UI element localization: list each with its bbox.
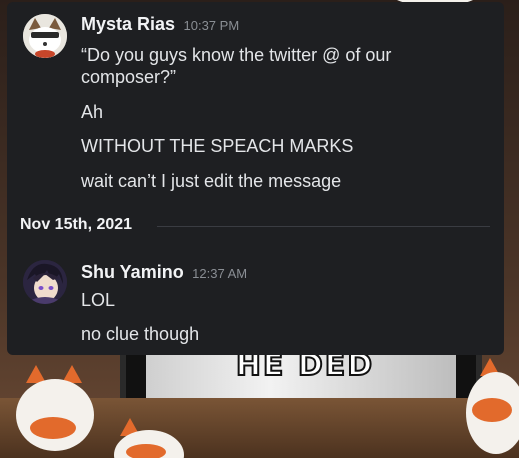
message-text: “Do you guys know the twitter @ of our c…	[81, 45, 392, 87]
username[interactable]: Mysta Rias	[81, 14, 175, 34]
fox-avatar-icon[interactable]	[23, 14, 67, 58]
message-text: LOL	[81, 290, 116, 310]
fox-avatar-graphic	[23, 14, 67, 58]
chat-panel: Mysta Rias 10:37 PM “Do you guys know th…	[7, 2, 504, 355]
message-text: WITHOUT THE SPEACH MARKS	[81, 136, 354, 156]
date-divider-label: Nov 15th, 2021	[20, 216, 133, 233]
message-header: Mysta Rias 10:37 PM	[81, 14, 239, 35]
timestamp[interactable]: 12:37 AM	[192, 266, 247, 281]
message-text: Ah	[81, 102, 104, 122]
shu-avatar-icon[interactable]	[23, 260, 67, 304]
fox-mascot-middle	[110, 418, 190, 458]
message-text: wait can’t I just edit the message	[81, 171, 342, 191]
fox-mascot-left	[10, 365, 100, 455]
date-divider-rule	[157, 226, 490, 227]
date-divider: Nov 15th, 2021	[7, 212, 504, 240]
timestamp[interactable]: 10:37 PM	[184, 18, 240, 33]
fox-mascot-right	[462, 358, 519, 458]
message-header: Shu Yamino 12:37 AM	[81, 262, 247, 283]
message-text: no clue though	[81, 324, 200, 344]
shu-avatar-graphic	[23, 260, 67, 304]
username[interactable]: Shu Yamino	[81, 262, 184, 282]
